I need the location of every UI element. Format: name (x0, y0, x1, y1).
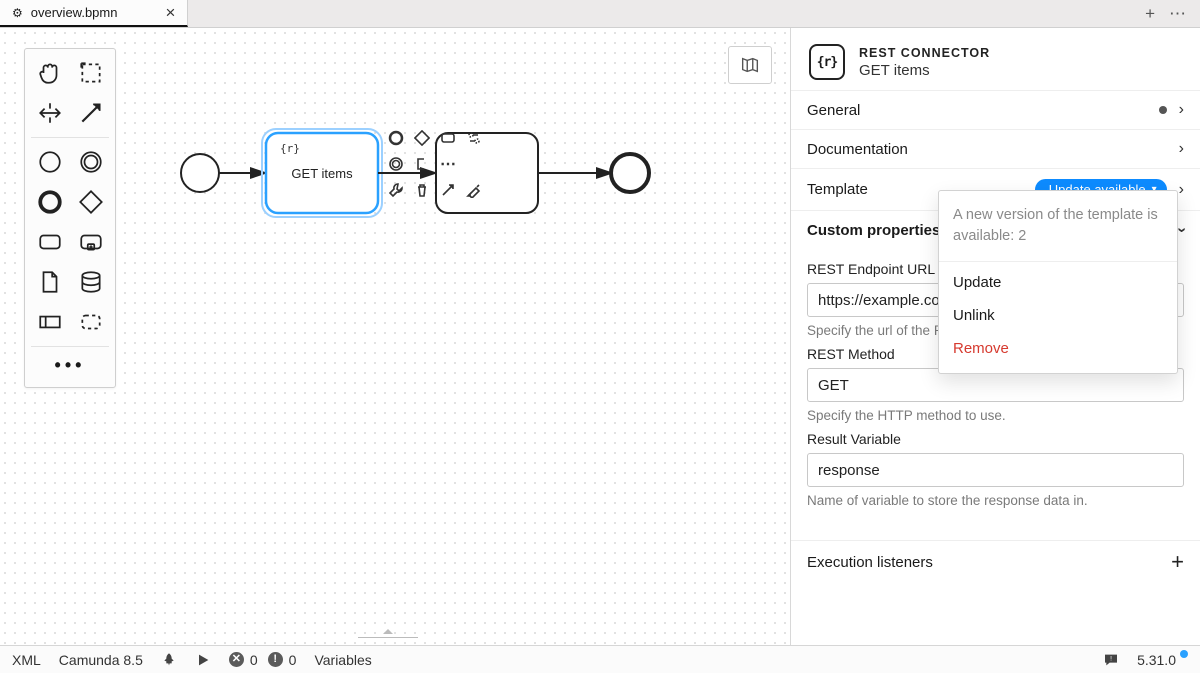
properties-panel: {r} REST CONNECTOR GET items General › D… (790, 28, 1200, 645)
append-end-event-icon[interactable] (386, 128, 406, 148)
start-event[interactable] (181, 154, 219, 192)
canvas[interactable]: ••• {r} GET items (0, 28, 790, 645)
add-listener-icon[interactable]: + (1171, 551, 1184, 573)
task-icon-text: {r} (280, 142, 300, 155)
feedback-icon[interactable]: ! (1103, 652, 1119, 668)
method-hint: Specify the HTTP method to use. (807, 408, 1184, 423)
problems-errors[interactable]: ✕ 0 (229, 652, 258, 668)
append-gateway-icon[interactable] (412, 128, 432, 148)
section-exec-label: Execution listeners (807, 554, 933, 571)
section-custom-label: Custom properties (807, 222, 940, 239)
end-event[interactable] (611, 154, 649, 192)
error-count: 0 (250, 652, 258, 668)
platform-label[interactable]: Camunda 8.5 (59, 652, 143, 668)
task-label: GET items (291, 166, 353, 181)
main-area: ••• {r} GET items (0, 28, 1200, 645)
problems-warnings[interactable]: ! 0 (268, 652, 297, 668)
delete-icon[interactable] (412, 180, 432, 200)
connector-badge-icon: {r} (809, 44, 845, 80)
section-documentation[interactable]: Documentation › (791, 129, 1200, 168)
template-action-unlink[interactable]: Unlink (939, 299, 1177, 332)
chevron-right-icon: › (1179, 101, 1184, 119)
bpmn-diagram[interactable]: {r} GET items (0, 28, 790, 645)
add-tab-icon[interactable]: + (1145, 4, 1155, 24)
result-input[interactable] (807, 453, 1184, 487)
section-execution-listeners[interactable]: Execution listeners + (791, 540, 1200, 583)
warning-count: 0 (289, 652, 297, 668)
version-indicator[interactable]: 5.31.0 (1137, 652, 1188, 668)
template-action-update[interactable]: Update (939, 266, 1177, 299)
more-tabs-icon[interactable]: ⋯ (1169, 4, 1186, 24)
context-pad: ⋯ (386, 128, 484, 200)
deploy-icon[interactable] (161, 652, 177, 668)
append-task-icon[interactable] (438, 128, 458, 148)
status-bar: XML Camunda 8.5 ✕ 0 ! 0 Variables ! 5.31… (0, 645, 1200, 673)
annotation-icon[interactable] (412, 154, 432, 174)
append-intermediate-icon[interactable] (386, 154, 406, 174)
color-icon[interactable] (464, 180, 484, 200)
section-template-label: Template (807, 181, 868, 198)
file-tab-active[interactable]: ⚙ overview.bpmn × (0, 0, 188, 27)
template-action-remove[interactable]: Remove (939, 332, 1177, 365)
connect-icon[interactable] (438, 180, 458, 200)
panel-element-name: GET items (859, 62, 990, 79)
tab-filename: overview.bpmn (31, 5, 118, 20)
template-dropdown-menu: A new version of the template is availab… (938, 190, 1178, 374)
xml-toggle[interactable]: XML (12, 652, 41, 668)
panel-kicker: REST CONNECTOR (859, 46, 990, 60)
section-documentation-label: Documentation (807, 141, 908, 158)
section-general[interactable]: General › (791, 90, 1200, 129)
more-actions-icon[interactable]: ⋯ (438, 154, 458, 174)
panel-header: {r} REST CONNECTOR GET items (791, 28, 1200, 90)
close-tab-icon[interactable]: × (165, 4, 175, 21)
error-badge-icon: ✕ (229, 652, 244, 667)
gear-icon: ⚙ (12, 6, 23, 20)
svg-text:!: ! (1110, 655, 1112, 662)
chevron-right-icon: › (1179, 140, 1184, 158)
run-icon[interactable] (195, 652, 211, 668)
modified-indicator-icon (1159, 106, 1167, 114)
change-template-icon[interactable] (464, 128, 484, 148)
bottom-splitter-handle[interactable] (348, 633, 428, 641)
variables-toggle[interactable]: Variables (314, 652, 371, 668)
section-general-label: General (807, 102, 860, 119)
wrench-icon[interactable] (386, 180, 406, 200)
template-update-message: A new version of the template is availab… (939, 199, 1177, 257)
chevron-right-icon: › (1179, 181, 1184, 199)
version-label: 5.31.0 (1137, 652, 1176, 668)
tab-bar: ⚙ overview.bpmn × + ⋯ (0, 0, 1200, 28)
result-hint: Name of variable to store the response d… (807, 493, 1184, 508)
result-label: Result Variable (807, 431, 1184, 447)
update-dot-icon (1180, 650, 1188, 658)
warning-badge-icon: ! (268, 652, 283, 667)
